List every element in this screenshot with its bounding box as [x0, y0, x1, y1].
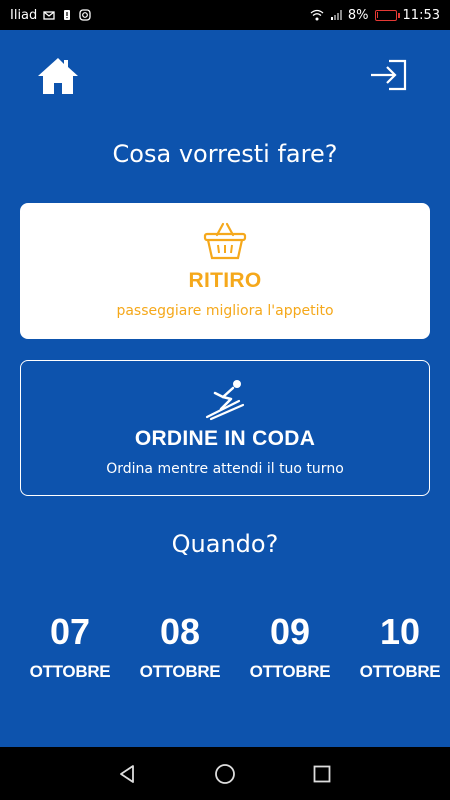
date-day: 07	[49, 611, 91, 652]
notification-icon	[43, 11, 55, 20]
clock: 11:53	[402, 7, 440, 23]
when-title: Quando?	[171, 530, 279, 558]
logout-icon	[371, 59, 407, 91]
top-nav	[0, 30, 450, 120]
option-ordine-in-coda-card[interactable]: ORDINE IN CODA Ordina mentre attendi il …	[20, 360, 430, 496]
question-title: Cosa vorresti fare?	[112, 140, 338, 168]
carrier-name: Iliad	[10, 7, 38, 23]
battery-level	[376, 11, 378, 18]
status-right: 8% 11:53	[310, 8, 440, 23]
date-day: 10	[379, 611, 421, 652]
date-item[interactable]: 09 OTTOBRE	[245, 610, 335, 682]
home-icon	[38, 58, 78, 94]
status-left: Iliad	[10, 8, 91, 23]
wifi-icon	[310, 9, 324, 21]
date-month: OTTOBRE	[249, 662, 331, 681]
battery-percent: 8%	[347, 7, 369, 23]
option-ordine-title: ORDINE IN CODA	[134, 427, 316, 450]
date-item[interactable]: 10 OTTOBRE	[355, 610, 445, 682]
date-month: OTTOBRE	[29, 662, 111, 681]
logout-button[interactable]	[367, 58, 409, 92]
home-button[interactable]	[36, 56, 80, 96]
alert-icon	[64, 10, 71, 20]
back-button[interactable]	[116, 762, 140, 786]
back-icon	[120, 764, 135, 783]
ski-jumper-icon	[205, 380, 245, 421]
signal-icon	[330, 10, 342, 20]
system-nav-bar	[0, 747, 450, 800]
option-ritiro-title: RITIRO	[188, 269, 262, 292]
status-bar: Iliad 8% 11:53	[0, 0, 450, 30]
square-recents-icon	[313, 765, 331, 782]
instagram-icon	[79, 9, 91, 21]
date-day: 08	[159, 611, 201, 652]
option-ritiro-card[interactable]: RITIRO passeggiare migliora l'appetito	[20, 203, 430, 339]
date-picker[interactable]: 07 OTTOBRE 08 OTTOBRE 09 OTTOBRE 10 OTTO…	[0, 610, 450, 690]
date-month: OTTOBRE	[139, 662, 221, 681]
recents-button[interactable]	[310, 762, 334, 786]
option-ritiro-subtitle: passeggiare migliora l'appetito	[116, 303, 334, 319]
date-month: OTTOBRE	[359, 662, 441, 681]
app-screen: Cosa vorresti fare? RITIRO passeggiare m…	[0, 30, 450, 747]
battery-icon	[374, 9, 400, 21]
home-system-button[interactable]	[213, 762, 237, 786]
date-item[interactable]: 07 OTTOBRE	[25, 610, 115, 682]
date-item[interactable]: 08 OTTOBRE	[135, 610, 225, 682]
date-day: 09	[269, 611, 311, 652]
circle-home-icon	[215, 763, 235, 784]
basket-icon	[203, 222, 247, 260]
option-ordine-subtitle: Ordina mentre attendi il tuo turno	[106, 461, 344, 477]
